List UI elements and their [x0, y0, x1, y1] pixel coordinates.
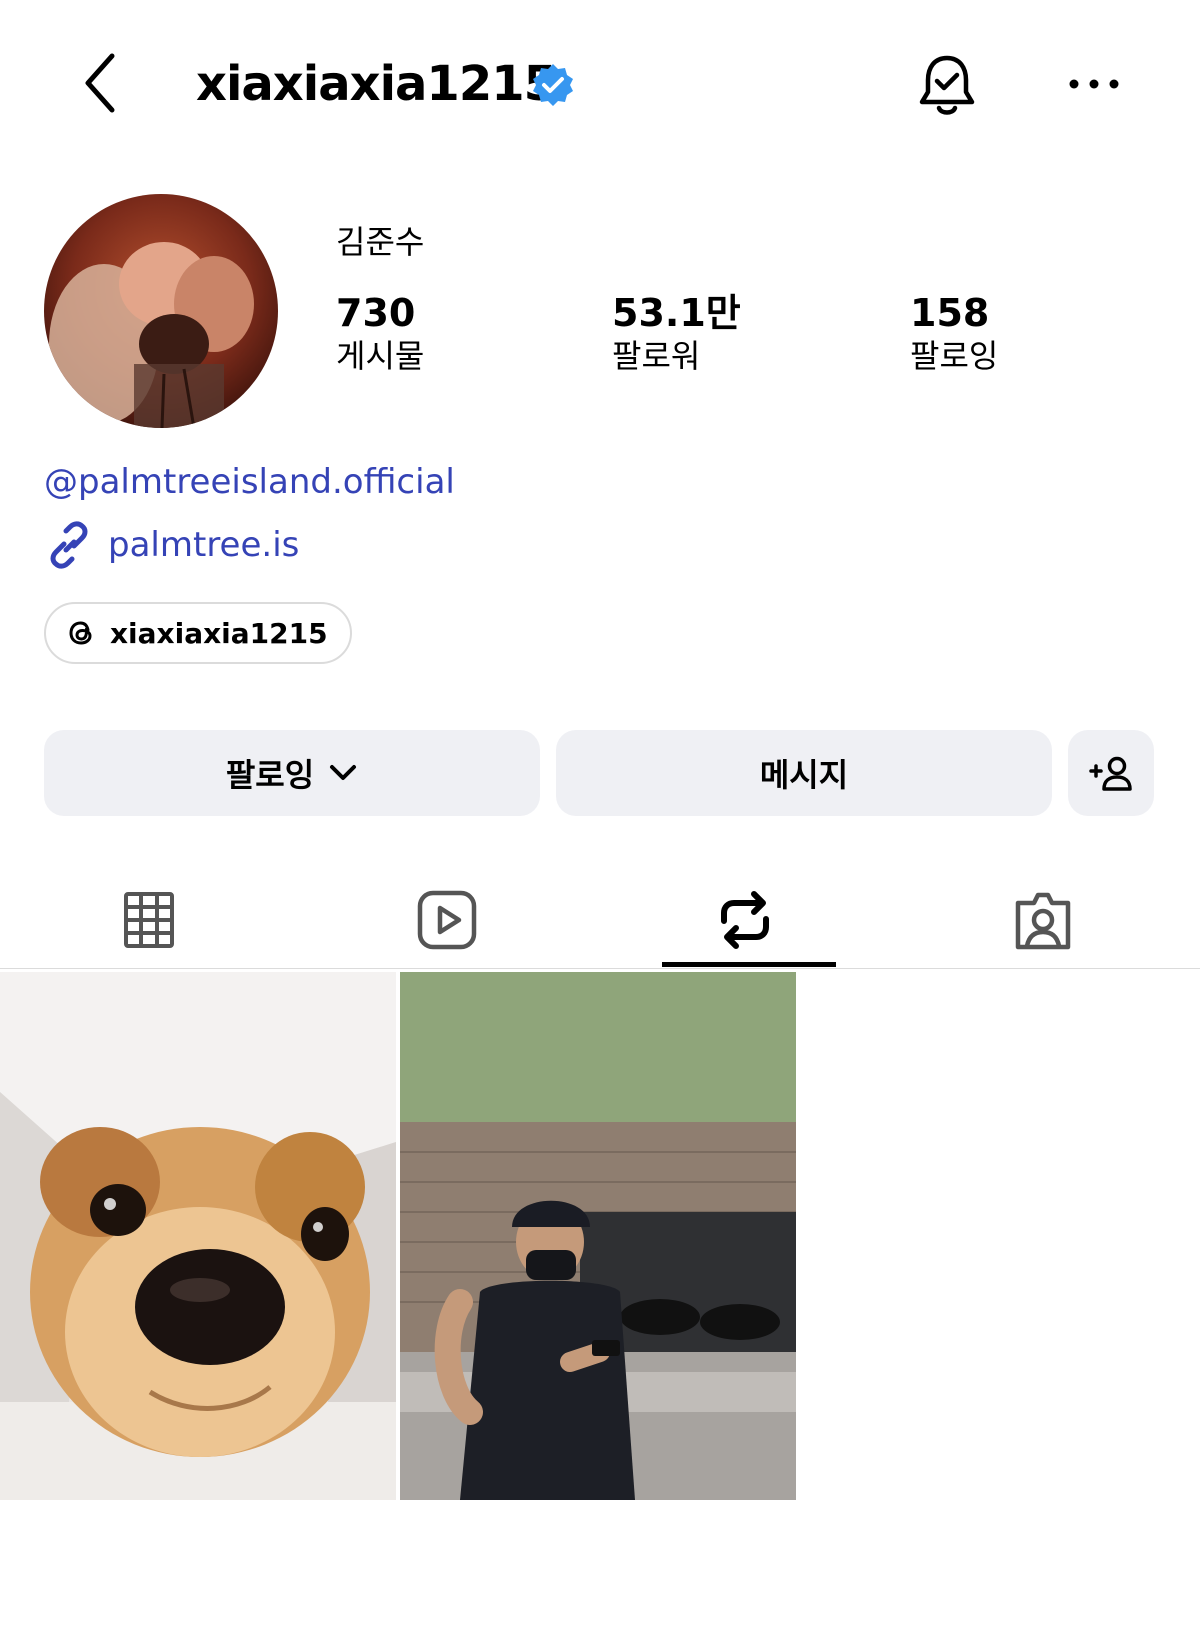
stat-following-value: 158 [910, 291, 990, 335]
stat-posts-label: 게시물 [336, 337, 425, 375]
suggest-people-button[interactable] [1068, 730, 1154, 816]
notification-bell-button[interactable] [914, 50, 980, 120]
bio-mention-link[interactable]: @palmtreeisland.official [44, 460, 455, 504]
threads-handle: xiaxiaxia1215 [110, 616, 328, 650]
active-tab-indicator [662, 962, 836, 967]
profile-username: xiaxiaxia1215 [196, 56, 557, 112]
website-link-label: palmtree.is [108, 525, 300, 565]
stat-posts-value: 730 [336, 291, 416, 335]
tab-reposts[interactable] [596, 870, 894, 970]
chevron-left-icon [85, 53, 115, 113]
post-thumbnail-puppy[interactable] [0, 972, 396, 1500]
grid-icon [124, 892, 174, 948]
website-link[interactable]: palmtree.is [44, 520, 299, 570]
message-button[interactable]: 메시지 [556, 730, 1052, 816]
stat-followers-value: 53.1만 [612, 291, 741, 335]
following-button-label: 팔로잉 [225, 756, 315, 794]
notification-bell-icon [919, 55, 975, 115]
tab-tagged[interactable] [894, 870, 1192, 970]
tab-reels[interactable] [298, 870, 596, 970]
stat-posts[interactable]: 730 게시물 [336, 290, 424, 376]
tab-posts-grid[interactable] [0, 870, 298, 970]
stat-following[interactable]: 158 팔로잉 [910, 290, 998, 376]
repost-icon [721, 891, 769, 949]
post-thumbnail-man-with-phone[interactable] [400, 972, 796, 1500]
back-button[interactable] [72, 48, 132, 118]
add-person-icon [1089, 756, 1132, 791]
stat-followers-label: 팔로워 [612, 337, 701, 375]
tagged-icon [1015, 892, 1071, 950]
message-button-label: 메시지 [759, 756, 849, 794]
following-dropdown-button[interactable]: 팔로잉 [44, 730, 540, 816]
more-horizontal-icon [1069, 79, 1119, 89]
reels-icon [417, 890, 477, 950]
tab-divider [0, 968, 1200, 969]
more-options-button[interactable] [1064, 64, 1124, 104]
display-name: 김준수 [336, 223, 425, 261]
verified-badge-icon [530, 62, 576, 108]
threads-icon [69, 621, 92, 645]
profile-avatar[interactable] [44, 194, 278, 428]
chevron-down-icon [330, 765, 357, 780]
link-icon [50, 521, 88, 569]
threads-badge[interactable]: xiaxiaxia1215 [44, 602, 352, 664]
stat-followers[interactable]: 53.1만 팔로워 [612, 290, 741, 376]
stat-following-label: 팔로잉 [910, 337, 999, 375]
